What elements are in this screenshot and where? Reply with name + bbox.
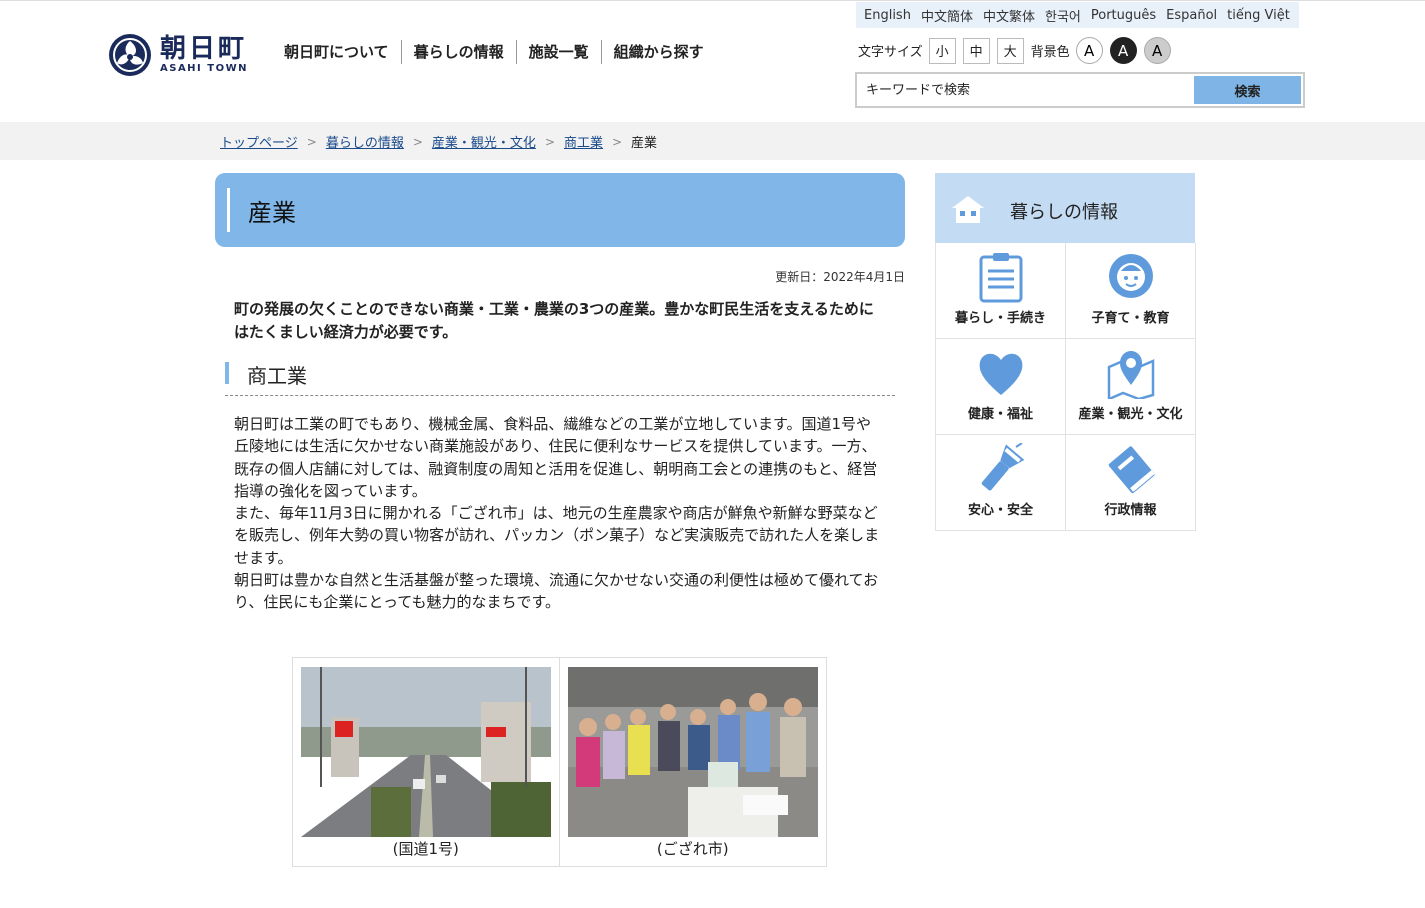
heading-accent-bar xyxy=(225,362,229,384)
logo-subtitle: ASAHI TOWN xyxy=(160,63,248,74)
lang-korean[interactable]: 한국어 xyxy=(1040,6,1086,25)
side-nav: 暮らしの情報 暮らし・手続き 子育て・教育 健康・福祉 産業・観光・文化 安心・… xyxy=(935,173,1196,531)
lang-english[interactable]: English xyxy=(859,8,916,23)
breadcrumb-industry-tourism[interactable]: 産業・観光・文化 xyxy=(432,132,536,151)
photo-caption: (ござれ市) xyxy=(656,840,729,858)
logo-title: 朝日町 xyxy=(160,34,248,64)
category-health-welfare[interactable]: 健康・福祉 xyxy=(936,339,1066,435)
language-bar: English 中文簡体 中文繁体 한국어 Português Español … xyxy=(856,2,1299,28)
lead-text: 町の発展の欠くことのできない商業・工業・農業の3つの産業。豊かな町民生活を支える… xyxy=(234,300,874,341)
page-title-banner: 産業 xyxy=(215,173,905,247)
chevron-right-icon: > xyxy=(412,134,423,149)
route1-photo xyxy=(301,667,551,837)
photo-table: (国道1号) (ござれ市) xyxy=(292,657,827,867)
lang-spanish[interactable]: Español xyxy=(1161,8,1222,23)
body-text: 朝日町は工業の町でもあり、機械金属、食料品、繊維などの工業が立地しています。国道… xyxy=(234,413,884,614)
category-living-procedures[interactable]: 暮らし・手続き xyxy=(936,243,1066,339)
font-size-large-button[interactable]: 大 xyxy=(996,37,1024,64)
title-accent-bar xyxy=(227,188,230,232)
heart-icon xyxy=(979,353,1022,395)
town-emblem-icon xyxy=(109,34,151,76)
category-administration[interactable]: 行政情報 xyxy=(1066,435,1196,531)
photo-cell: (ござれ市) xyxy=(560,658,827,866)
section-title: 商工業 xyxy=(247,364,307,388)
photo-cell: (国道1号) xyxy=(293,658,560,866)
site-search: 検索 xyxy=(855,72,1305,108)
category-label: 安心・安全 xyxy=(967,503,1033,518)
flashlight-icon xyxy=(981,443,1024,491)
photo-caption: (国道1号) xyxy=(392,840,459,858)
chevron-right-icon: > xyxy=(611,134,623,149)
side-nav-title: 暮らしの情報 xyxy=(1010,202,1118,223)
bg-white-button[interactable]: A xyxy=(1075,37,1103,64)
category-industry-tourism-culture[interactable]: 産業・観光・文化 xyxy=(1066,339,1196,435)
breadcrumb-commerce[interactable]: 商工業 xyxy=(564,132,603,151)
category-grid: 暮らし・手続き 子育て・教育 健康・福祉 産業・観光・文化 安心・安全 行政情報 xyxy=(935,243,1196,531)
section-heading: 商工業 xyxy=(225,359,895,396)
global-nav: 朝日町について 暮らしの情報 施設一覧 組織から探す xyxy=(272,40,716,64)
category-label: 産業・観光・文化 xyxy=(1078,407,1183,422)
category-safety[interactable]: 安心・安全 xyxy=(936,435,1066,531)
book-icon xyxy=(1108,446,1155,494)
category-label: 健康・福祉 xyxy=(967,407,1033,422)
map-pin-icon xyxy=(1107,351,1154,399)
chevron-right-icon: > xyxy=(544,134,555,149)
lang-chinese-simplified[interactable]: 中文簡体 xyxy=(916,6,978,25)
house-icon xyxy=(952,196,984,223)
bg-black-button[interactable]: A xyxy=(1109,37,1137,64)
search-button[interactable]: 検索 xyxy=(1194,76,1301,104)
nav-about[interactable]: 朝日町について xyxy=(272,40,401,64)
category-label: 暮らし・手続き xyxy=(954,311,1046,326)
nav-living[interactable]: 暮らしの情報 xyxy=(400,40,516,64)
lang-chinese-traditional[interactable]: 中文繁体 xyxy=(978,6,1040,25)
font-size-small-button[interactable]: 小 xyxy=(928,37,956,64)
breadcrumb-living[interactable]: 暮らしの情報 xyxy=(326,132,404,151)
top-divider xyxy=(0,0,1425,1)
category-childcare-education[interactable]: 子育て・教育 xyxy=(1066,243,1196,339)
nav-facilities[interactable]: 施設一覧 xyxy=(515,40,601,64)
bg-gray-button[interactable]: A xyxy=(1143,37,1171,64)
updated-date: 更新日：2022年4月1日 xyxy=(775,270,905,284)
chevron-right-icon: > xyxy=(306,134,317,149)
paragraph: 朝日町は工業の町でもあり、機械金属、食料品、繊維などの工業が立地しています。国道… xyxy=(234,415,878,500)
paragraph: 朝日町は豊かな自然と生活基盤が整った環境、流通に欠かせない交通の利便性は極めて優… xyxy=(234,571,879,612)
search-input[interactable] xyxy=(857,74,1192,106)
gozare-market-photo xyxy=(567,667,818,837)
side-nav-header: 暮らしの情報 xyxy=(935,173,1195,243)
breadcrumb-top[interactable]: トップページ xyxy=(220,132,298,151)
font-size-medium-button[interactable]: 中 xyxy=(962,37,990,64)
clipboard-icon xyxy=(979,253,1022,303)
paragraph: また、毎年11月3日に開かれる「ござれ市」は、地元の生産農家や商店が鮮魚や新鮮な… xyxy=(234,504,880,567)
breadcrumb-current: 産業 xyxy=(631,136,658,151)
nav-organization[interactable]: 組織から探す xyxy=(600,40,716,64)
lang-portuguese[interactable]: Português xyxy=(1086,8,1161,23)
font-size-label: 文字サイズ xyxy=(858,45,923,60)
page-title: 産業 xyxy=(248,199,296,227)
breadcrumb-bar xyxy=(0,122,1425,160)
accessibility-tools: 文字サイズ 小 中 大 背景色 A A A xyxy=(858,37,1178,64)
breadcrumb: トップページ > 暮らしの情報 > 産業・観光・文化 > 商工業 > 産業 xyxy=(220,132,658,152)
category-label: 行政情報 xyxy=(1104,503,1157,518)
category-label: 子育て・教育 xyxy=(1091,311,1170,326)
baby-icon xyxy=(1108,254,1153,298)
site-logo[interactable]: 朝日町 ASAHI TOWN xyxy=(108,33,248,77)
lang-vietnamese[interactable]: tiếng Việt xyxy=(1222,8,1295,23)
bg-color-label: 背景色 xyxy=(1030,45,1070,60)
